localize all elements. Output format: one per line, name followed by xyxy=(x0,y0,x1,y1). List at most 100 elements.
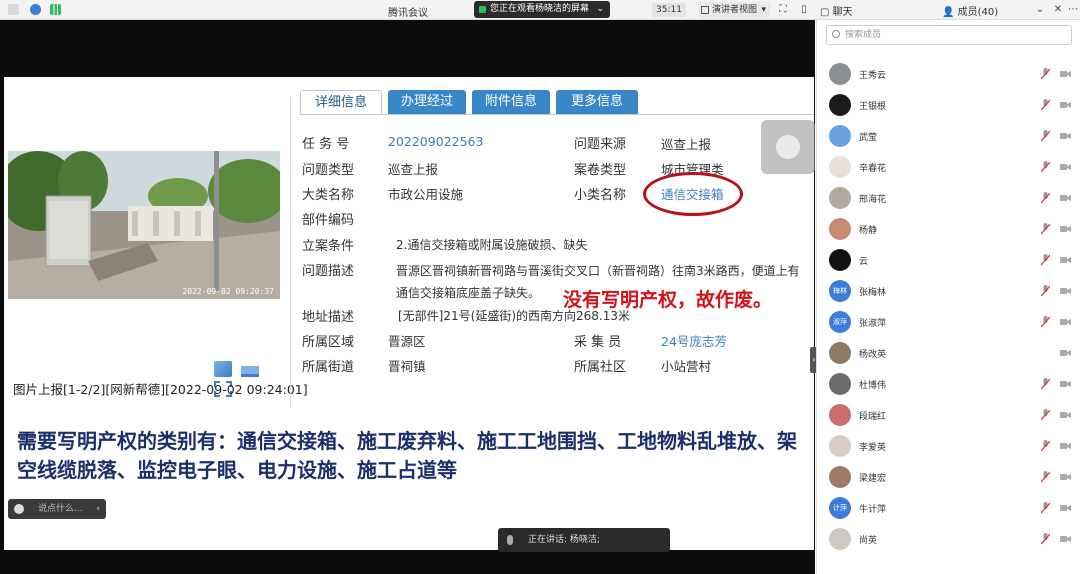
filing-condition-value: 2.通信交接箱或附属设施破损、缺失 xyxy=(396,238,588,252)
signal-icon[interactable] xyxy=(50,4,61,15)
camera-off-icon[interactable] xyxy=(1060,473,1071,481)
chevron-left-icon[interactable]: ‹ xyxy=(96,499,100,519)
microphone-icon xyxy=(507,535,513,545)
tab-chat[interactable]: ▢ 聊天 xyxy=(820,3,853,18)
street-label: 所属街道 xyxy=(302,360,355,375)
members-panel: 搜索成员 王秀云王银根武莹辛春花邢海花杨静云梅林 张梅林淑萍 张淑萍杨改英杜博伟段瑞… xyxy=(816,20,1080,574)
screen-share-notice[interactable]: 您正在观看杨晓洁的屏幕 ⌄ xyxy=(474,1,610,18)
member-row[interactable]: 李爱英 xyxy=(829,435,1075,459)
task-no-label: 任 务 号 xyxy=(302,137,350,152)
emoji-icon[interactable] xyxy=(14,504,24,514)
close-icon[interactable]: ✕ xyxy=(1051,3,1065,17)
mic-muted-icon[interactable] xyxy=(1041,316,1050,328)
image-icon[interactable] xyxy=(214,361,232,377)
image-toolbar xyxy=(214,361,284,397)
member-row[interactable]: 王银根 xyxy=(829,94,1075,118)
avatar xyxy=(829,373,851,395)
search-icon xyxy=(832,30,840,38)
mic-muted-icon[interactable] xyxy=(1041,533,1050,545)
sidebar-toggle-icon[interactable]: ▯ xyxy=(797,3,811,17)
camera-off-icon[interactable] xyxy=(1060,411,1071,419)
camera-off-icon[interactable] xyxy=(1060,70,1071,78)
mic-muted-icon[interactable] xyxy=(1041,378,1050,390)
avatar xyxy=(829,404,851,426)
mic-muted-icon[interactable] xyxy=(1041,471,1050,483)
member-row[interactable]: 梅林 张梅林 xyxy=(829,280,1075,304)
avatar xyxy=(829,466,851,488)
avatar: 计萍 xyxy=(829,497,851,519)
member-row[interactable]: 淑萍 张淑萍 xyxy=(829,311,1075,335)
member-row[interactable]: 武莹 xyxy=(829,125,1075,149)
member-name: 牛计萍 xyxy=(859,505,887,515)
member-row[interactable]: 计萍 牛计萍 xyxy=(829,497,1075,521)
member-row[interactable]: 辛春花 xyxy=(829,156,1075,180)
mic-muted-icon[interactable] xyxy=(1041,99,1050,111)
member-row[interactable]: 邢海花 xyxy=(829,187,1075,211)
task-no-link[interactable]: 202209022563 xyxy=(388,134,483,149)
camera-off-icon[interactable] xyxy=(1060,504,1071,512)
address-value: [无部件]21号(延盛街)的西南方向268.13米 xyxy=(398,309,630,323)
tab-process-history[interactable]: 办理经过 xyxy=(388,90,466,114)
member-row[interactable]: 梁建宏 xyxy=(829,466,1075,490)
member-name: 张淑萍 xyxy=(859,319,887,329)
camera-off-icon[interactable] xyxy=(1060,163,1071,171)
tab-detail-info[interactable]: 详细信息 xyxy=(300,90,382,114)
member-search-input[interactable]: 搜索成员 xyxy=(826,25,1072,45)
chat-input[interactable]: 说点什么... ‹ xyxy=(8,499,106,519)
mic-muted-icon[interactable] xyxy=(1041,68,1050,80)
mic-muted-icon[interactable] xyxy=(1041,223,1050,235)
camera-off-icon[interactable] xyxy=(1060,194,1071,202)
chevron-down-icon: ▾ xyxy=(761,5,766,15)
mic-muted-icon[interactable] xyxy=(1041,409,1050,421)
tab-attachments[interactable]: 附件信息 xyxy=(472,90,550,114)
member-row[interactable]: 段瑞红 xyxy=(829,404,1075,428)
camera-off-icon[interactable] xyxy=(1060,256,1071,264)
presenter-video-tile[interactable] xyxy=(761,120,815,174)
mic-muted-icon[interactable] xyxy=(1041,161,1050,173)
mic-muted-icon[interactable] xyxy=(1041,502,1050,514)
camera-off-icon[interactable] xyxy=(1060,349,1071,357)
camera-off-icon[interactable] xyxy=(1060,132,1071,140)
more-icon[interactable]: ⋯ xyxy=(1066,3,1080,17)
camera-off-icon[interactable] xyxy=(1060,380,1071,388)
mic-muted-icon[interactable] xyxy=(1041,440,1050,452)
filing-condition-label: 立案条件 xyxy=(302,239,355,254)
camera-off-icon[interactable] xyxy=(1060,442,1071,450)
mic-muted-icon[interactable] xyxy=(1041,254,1050,266)
tab-members[interactable]: 👤 成员(40) xyxy=(942,3,998,18)
tab-more-info[interactable]: 更多信息 xyxy=(556,90,638,114)
mic-muted-icon[interactable] xyxy=(1041,130,1050,142)
district-label: 所属区域 xyxy=(302,335,355,350)
camera-off-icon[interactable] xyxy=(1060,535,1071,543)
mic-muted-icon[interactable] xyxy=(1041,285,1050,297)
camera-off-icon[interactable] xyxy=(1060,101,1071,109)
camera-off-icon[interactable] xyxy=(1060,287,1071,295)
meeting-info-icon[interactable] xyxy=(8,4,19,15)
member-row[interactable]: 杜博伟 xyxy=(829,373,1075,397)
member-name: 云 xyxy=(859,257,869,267)
avatar xyxy=(829,249,851,271)
download-icon[interactable] xyxy=(241,361,260,377)
mic-muted-icon[interactable] xyxy=(1041,192,1050,204)
report-photo[interactable]: 2022-09-02 09:20:37 xyxy=(8,151,280,299)
share-icon xyxy=(479,6,486,13)
member-row[interactable]: 杨改英 xyxy=(829,342,1075,366)
district-value: 晋源区 xyxy=(388,334,426,349)
camera-off-icon[interactable] xyxy=(1060,318,1071,326)
shield-icon[interactable] xyxy=(30,4,41,15)
share-notice-text: 您正在观看杨晓洁的屏幕 xyxy=(490,4,590,14)
member-row[interactable]: 杨静 xyxy=(829,218,1075,242)
collector-link[interactable]: 24号庞志芳 xyxy=(661,331,727,350)
view-mode-dropdown[interactable]: 演讲者视图 ▾ xyxy=(698,2,770,18)
source-label: 问题来源 xyxy=(574,137,627,152)
member-row[interactable]: 尚英 xyxy=(829,528,1075,552)
camera-off-icon[interactable] xyxy=(1060,225,1071,233)
member-row[interactable]: 云 xyxy=(829,249,1075,273)
avatar: 淑萍 xyxy=(829,311,851,333)
fullscreen-icon[interactable]: ⛶ xyxy=(776,3,790,17)
description-label: 问题描述 xyxy=(302,264,355,279)
chevron-down-icon[interactable]: ⌄ xyxy=(596,1,604,18)
minimize-icon[interactable]: ⌄ xyxy=(1033,3,1047,17)
member-name: 王秀云 xyxy=(859,71,887,81)
member-row[interactable]: 王秀云 xyxy=(829,63,1075,87)
